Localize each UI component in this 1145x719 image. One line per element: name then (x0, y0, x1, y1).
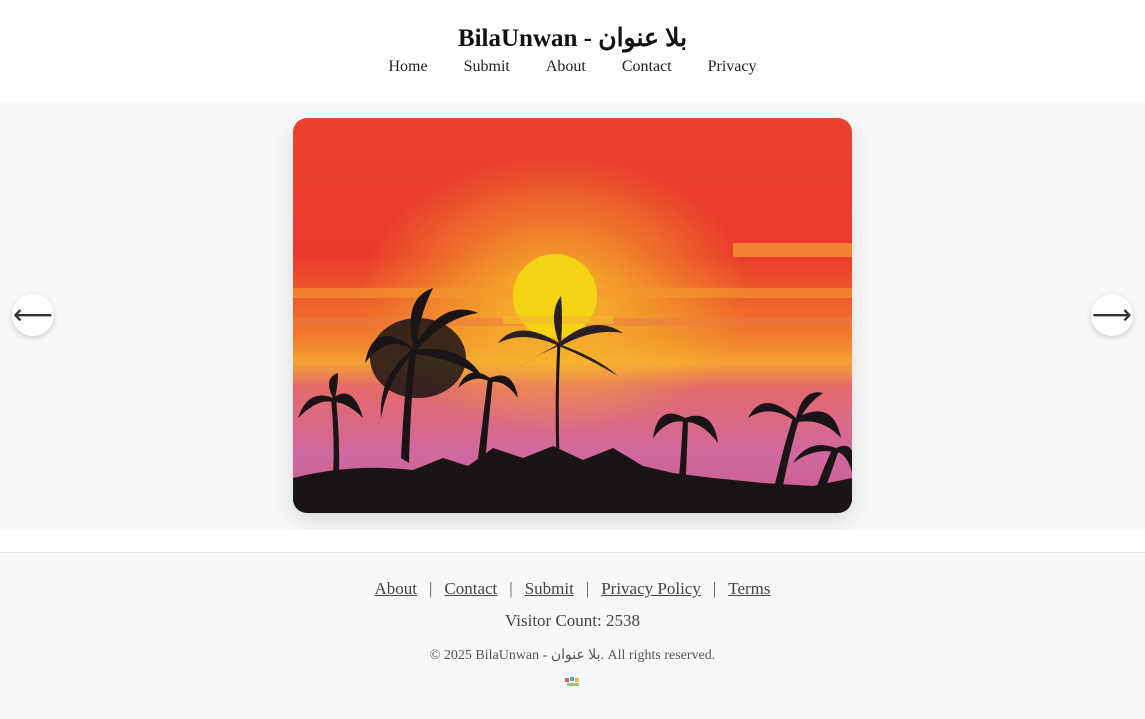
site-footer: About | Contact | Submit | Privacy Policy | Term… (0, 554, 1145, 719)
footer-link-contact[interactable]: Contact (444, 579, 497, 598)
carousel-next-button[interactable]: ⟶ (1091, 294, 1133, 336)
copyright-text: © 2025 BilaUnwan - بلا عنوان. All rights… (429, 648, 716, 663)
footer-separator: | (712, 579, 717, 598)
arrow-left-icon: ⟵ (12, 298, 54, 331)
artwork-image[interactable] (293, 118, 852, 513)
nav-submit[interactable]: Submit (464, 58, 510, 76)
footer-separator: | (509, 579, 513, 598)
nav-about[interactable]: About (546, 58, 586, 76)
nav-privacy[interactable]: Privacy (708, 58, 757, 76)
nav-home[interactable]: Home (389, 58, 428, 76)
footer-separator: | (428, 579, 433, 598)
visitor-count: Visitor Count: 2538 (505, 611, 640, 630)
main-nav: Home Submit About Contact Privacy (0, 58, 1145, 76)
section-divider (0, 530, 1145, 553)
footer-link-privacy-policy[interactable]: Privacy Policy (601, 579, 701, 598)
arrow-right-icon: ⟶ (1091, 298, 1133, 331)
nav-contact[interactable]: Contact (622, 58, 672, 76)
footer-link-terms[interactable]: Terms (728, 579, 770, 598)
site-header: BilaUnwan - بلا عنوان Home Submit About … (0, 0, 1145, 102)
footer-link-about[interactable]: About (374, 579, 417, 598)
sunset-palm-drawing (293, 118, 852, 513)
site-title[interactable]: BilaUnwan - بلا عنوان (0, 0, 1145, 56)
carousel-prev-button[interactable]: ⟵ (12, 294, 54, 336)
footer-link-submit[interactable]: Submit (525, 579, 574, 598)
footer-links: About | Contact | Submit | Privacy Policy | Term… (0, 579, 1145, 599)
artwork-carousel: ⟵ ⟶ (0, 102, 1145, 530)
counter-badge-icon (564, 673, 582, 686)
footer-separator: | (585, 579, 590, 598)
